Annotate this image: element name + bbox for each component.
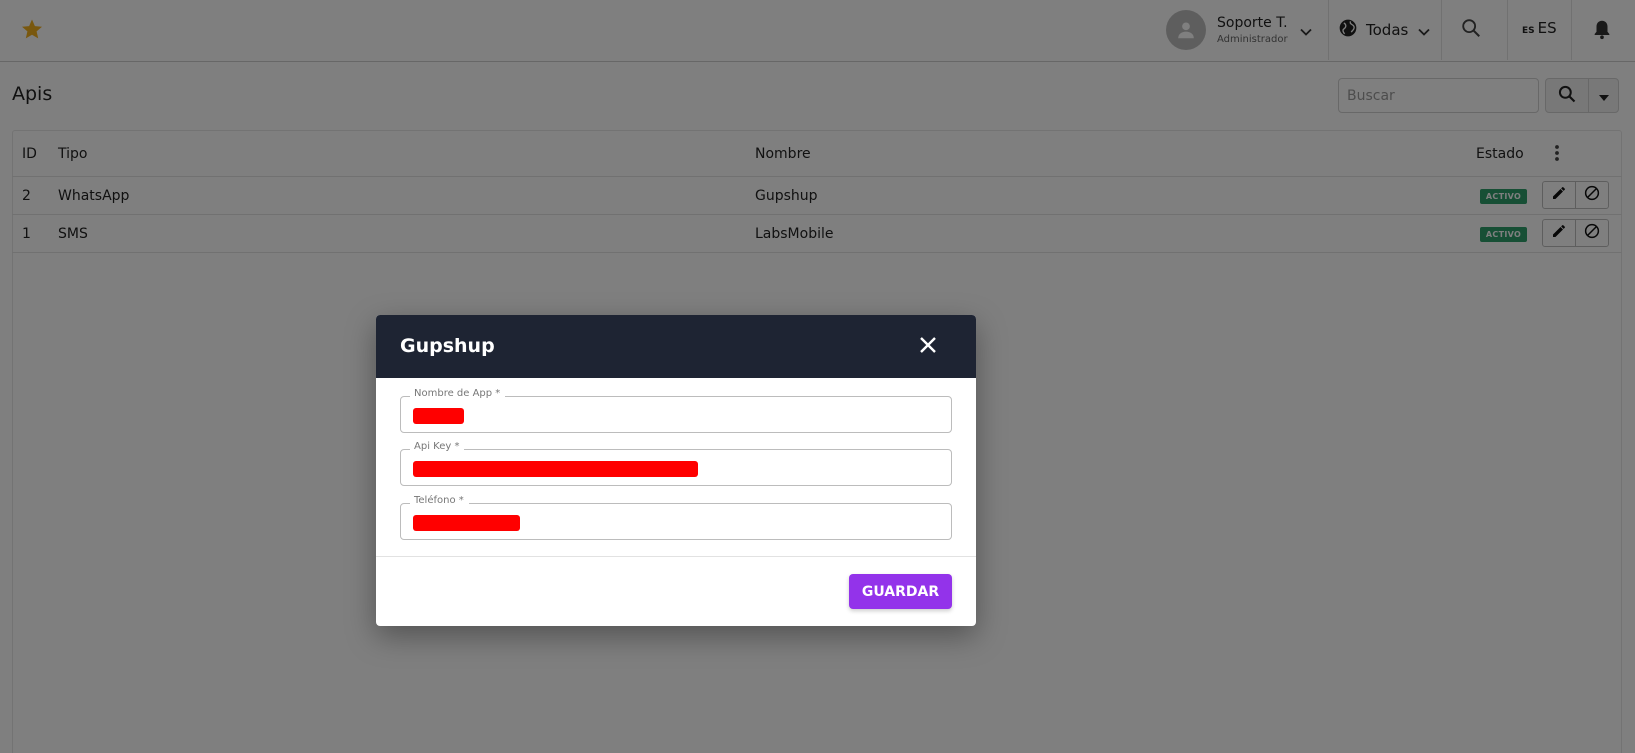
dialog-header: Gupshup [376, 315, 976, 378]
dialog-title: Gupshup [400, 335, 495, 357]
api-key-field[interactable]: Api Key * [400, 441, 952, 486]
save-button[interactable]: GUARDAR [849, 574, 952, 609]
dialog-footer-divider [376, 556, 976, 557]
phone-label: Teléfono * [410, 495, 469, 506]
close-icon [919, 336, 937, 358]
close-button[interactable] [916, 335, 940, 359]
phone-field[interactable]: Teléfono * [400, 495, 952, 540]
app-name-field[interactable]: Nombre de App * [400, 388, 952, 433]
api-edit-dialog: Gupshup Nombre de App * Api Key * Teléfo… [376, 315, 976, 626]
app-name-label: Nombre de App * [410, 388, 506, 399]
redacted-value [413, 461, 698, 477]
redacted-value [413, 408, 464, 424]
api-key-label: Api Key * [410, 441, 465, 452]
redacted-value [413, 515, 520, 531]
